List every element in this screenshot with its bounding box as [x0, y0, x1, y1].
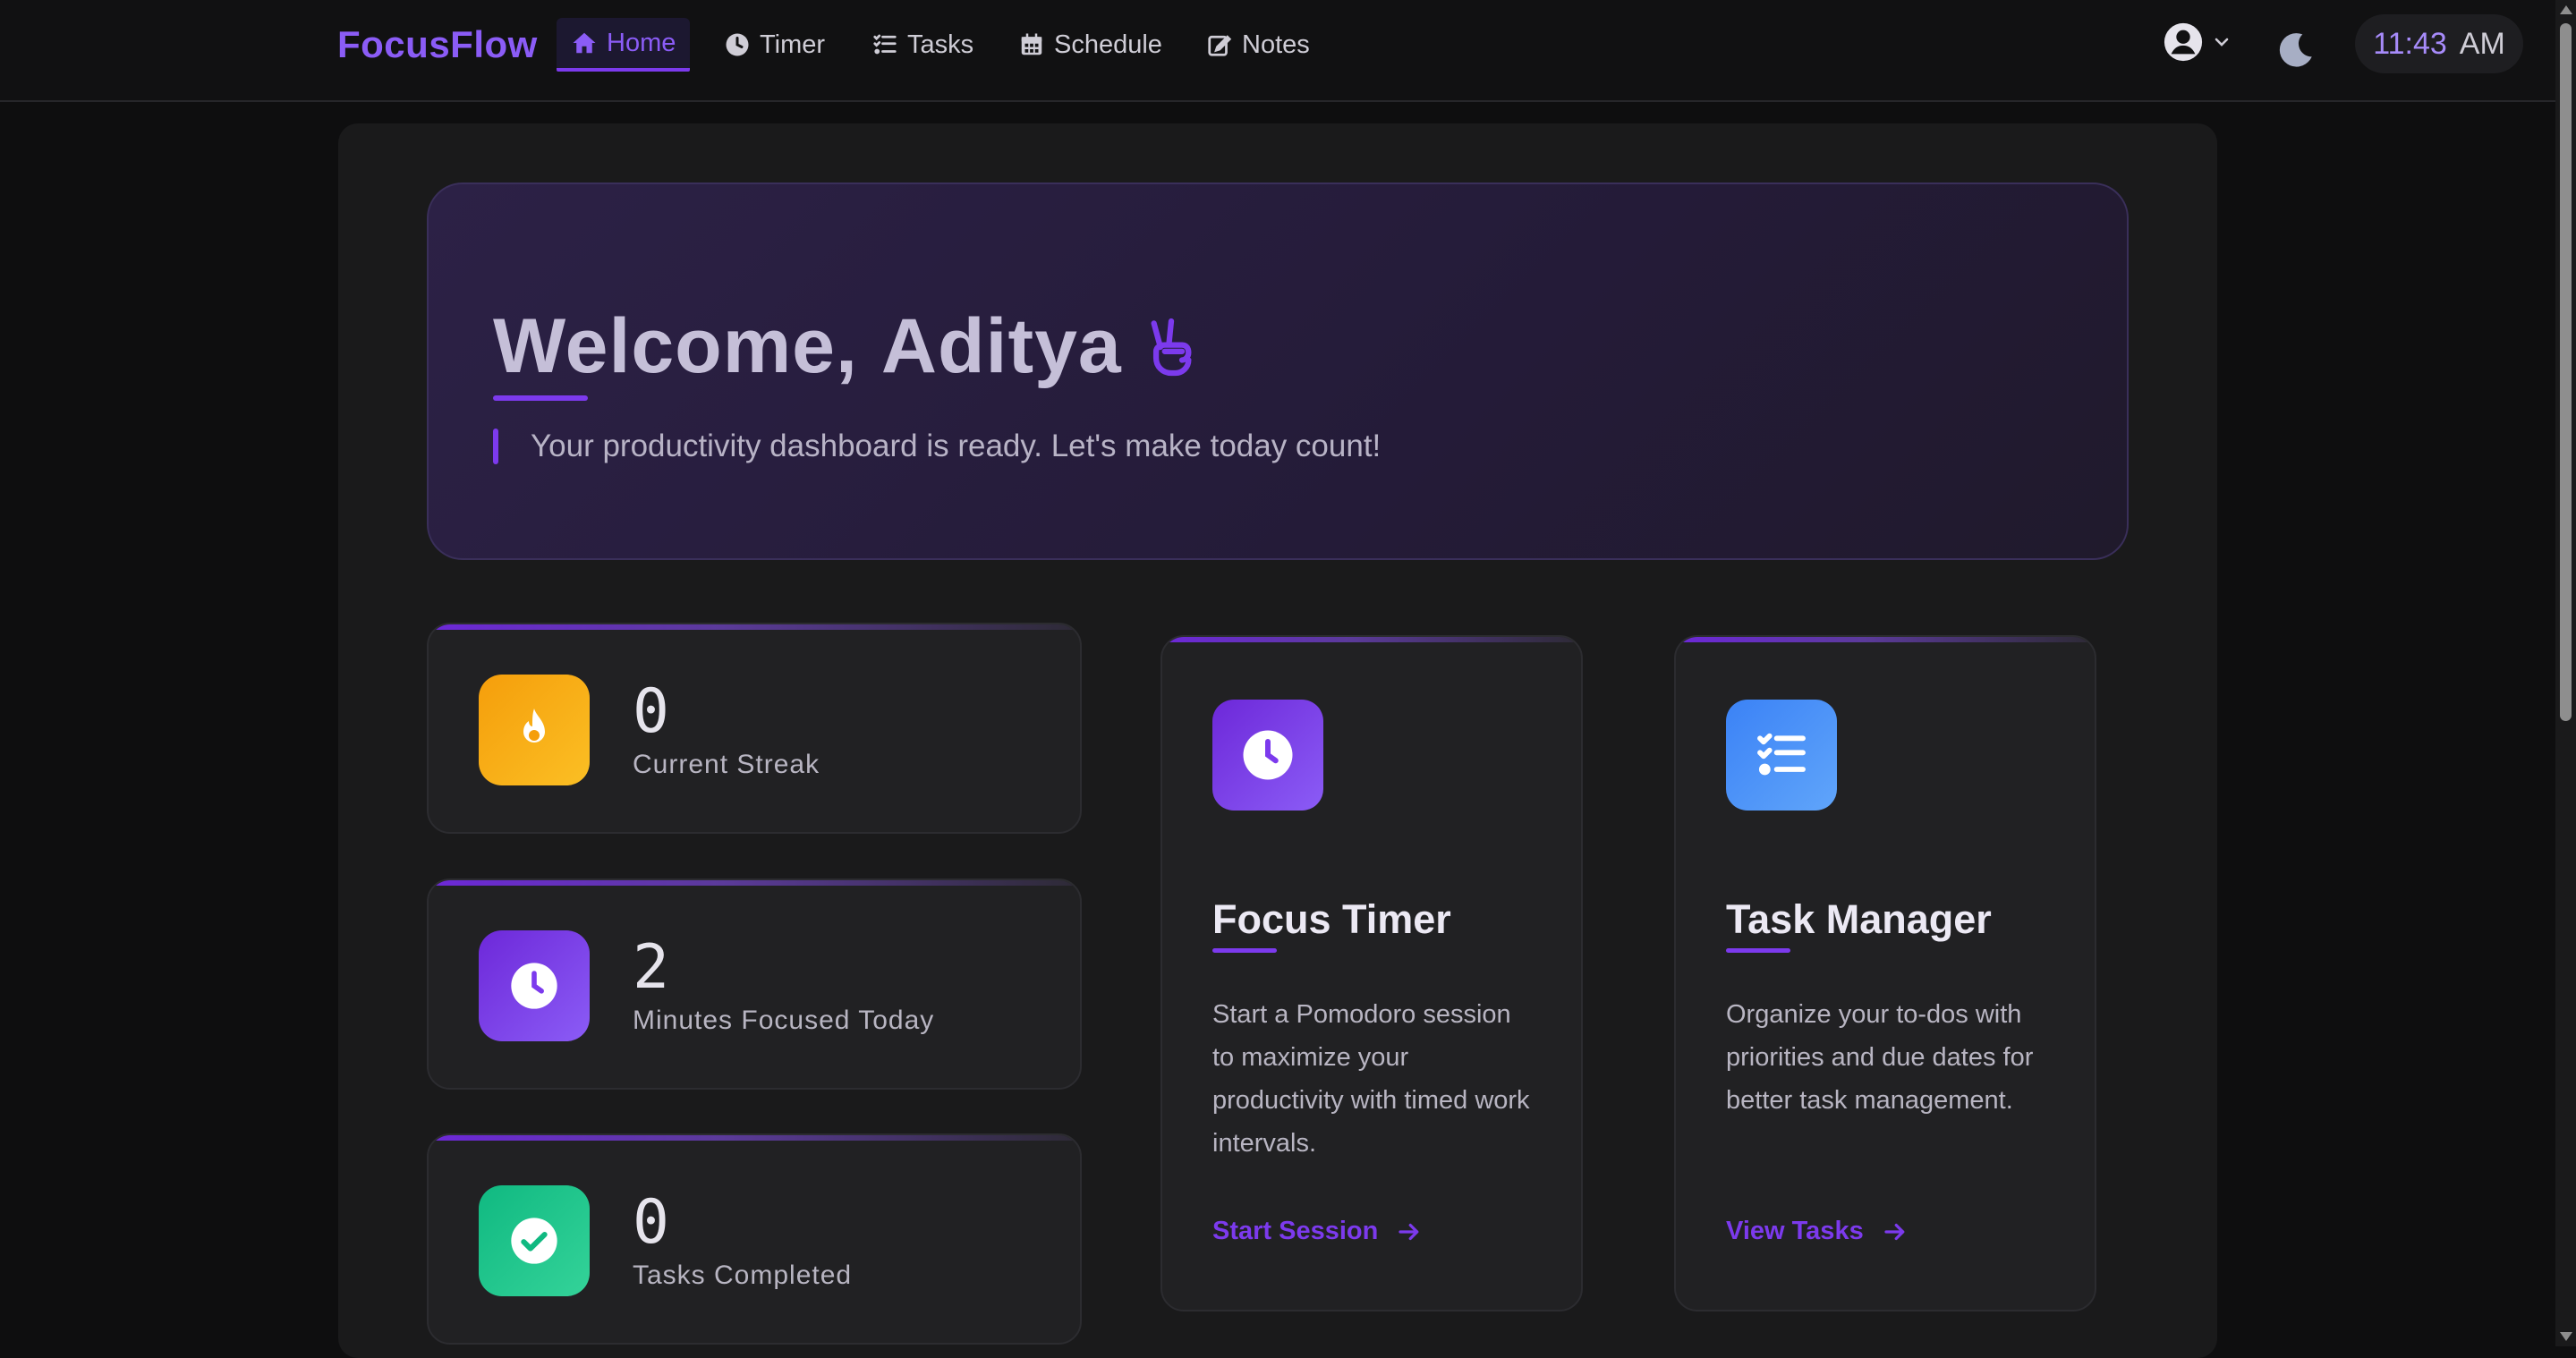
link-label: View Tasks [1726, 1217, 1864, 1245]
welcome-underline [493, 395, 588, 401]
card-accent-line [429, 624, 1080, 630]
stat-value: 0 [633, 676, 669, 747]
nav-tasks-label: Tasks [907, 30, 974, 59]
home-icon [573, 32, 596, 54]
welcome-hero: Welcome, Aditya Your productivity dashbo… [427, 182, 2129, 560]
fire-icon [523, 709, 545, 743]
scroll-down-arrow[interactable] [2560, 1332, 2572, 1341]
card-accent-line [1676, 637, 2095, 642]
stat-label: Current Streak [633, 750, 820, 779]
scrollbar-thumb[interactable] [2560, 23, 2572, 721]
feature-description: Organize your to-dos with priorities and… [1726, 1000, 2034, 1115]
nav-home-label: Home [607, 28, 676, 57]
stat-value: 2 [633, 932, 669, 1003]
stat-card-minutes: 2 Minutes Focused Today [427, 878, 1082, 1090]
clock-icon [726, 33, 749, 56]
scroll-up-arrow[interactable] [2560, 5, 2572, 14]
welcome-text: Welcome, [493, 303, 858, 389]
feature-underline [1726, 948, 1790, 953]
link-label: Start Session [1212, 1217, 1379, 1245]
feature-icon-box [1212, 700, 1323, 811]
list-icon [1757, 733, 1806, 776]
card-accent-line [429, 880, 1080, 886]
start-session-link[interactable]: Start Session [1212, 1217, 1423, 1246]
subtitle-accent-bar [493, 429, 498, 464]
stat-label: Tasks Completed [633, 1260, 853, 1290]
stat-card-tasks-completed: 0 Tasks Completed [427, 1133, 1082, 1345]
feature-description: Start a Pomodoro session to maximize you… [1212, 1000, 1530, 1158]
user-menu[interactable] [2163, 21, 2232, 63]
list-check-icon [873, 34, 897, 55]
stat-value: 0 [633, 1187, 669, 1258]
arrow-right-icon [1399, 1223, 1419, 1240]
nav-home[interactable]: Home [557, 18, 691, 72]
nav-schedule[interactable]: Schedule [1004, 18, 1177, 72]
nav-timer[interactable]: Timer [710, 18, 839, 72]
subtitle-text: Your productivity dashboard is ready. Le… [531, 429, 1382, 463]
feature-underline [1212, 948, 1277, 953]
check-circle-icon [511, 1218, 557, 1264]
clock-icon [1243, 730, 1293, 780]
moon-icon[interactable] [2273, 27, 2317, 72]
stat-card-streak: 0 Current Streak [427, 623, 1082, 834]
edit-icon [1208, 35, 1232, 56]
arrow-right-icon [1884, 1223, 1905, 1240]
top-navbar: FocusFlow Home Timer Tasks Schedule Note… [0, 0, 2555, 102]
chevron-down-icon [2215, 38, 2229, 47]
stat-label: Minutes Focused Today [633, 1006, 935, 1035]
user-name: Aditya [880, 303, 1122, 389]
nav-timer-label: Timer [760, 30, 826, 59]
card-accent-line [429, 1135, 1080, 1141]
brand-logo[interactable]: FocusFlow [337, 23, 538, 66]
clock-ampm: AM [2459, 26, 2505, 61]
welcome-subtitle: Your productivity dashboard is ready. Le… [493, 428, 1381, 465]
stat-icon-box [479, 675, 590, 785]
welcome-title: Welcome, Aditya [493, 302, 1197, 391]
calendar-icon [1021, 33, 1042, 55]
page-scrollbar[interactable] [2555, 0, 2576, 1346]
clock-display: 11:43 AM [2355, 14, 2523, 73]
feature-card-focus-timer[interactable]: Focus Timer Start a Pomodoro session to … [1160, 635, 1583, 1311]
stat-icon-box [479, 1185, 590, 1296]
feature-icon-box [1726, 700, 1837, 811]
user-circle-icon [2164, 22, 2203, 62]
peace-hand-icon [1151, 318, 1192, 376]
clock-icon [511, 963, 557, 1009]
clock-time: 11:43 [2373, 26, 2447, 61]
view-tasks-link[interactable]: View Tasks [1726, 1217, 1909, 1246]
feature-title: Focus Timer [1212, 896, 1451, 942]
card-accent-line [1162, 637, 1581, 642]
nav-tasks[interactable]: Tasks [857, 18, 988, 72]
nav-notes-label: Notes [1242, 30, 1310, 59]
nav-notes[interactable]: Notes [1192, 18, 1324, 72]
nav-schedule-label: Schedule [1054, 30, 1162, 59]
feature-card-task-manager[interactable]: Task Manager Organize your to-dos with p… [1674, 635, 2096, 1311]
feature-title: Task Manager [1726, 896, 1992, 942]
stat-icon-box [479, 930, 590, 1041]
